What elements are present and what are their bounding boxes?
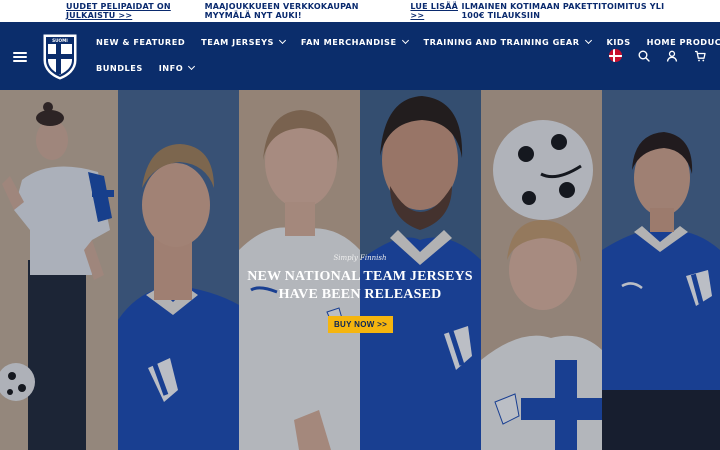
chevron-down-icon (188, 62, 196, 70)
hero-headline-line-2: HAVE BEEN RELEASED (278, 287, 442, 302)
danish-flag-icon[interactable] (609, 49, 622, 62)
search-icon[interactable] (638, 50, 650, 62)
nav-item-bundles[interactable]: Bundles (96, 63, 143, 73)
crest-icon: SUOMI (43, 34, 77, 80)
nav-item-label: Home products (646, 36, 720, 47)
nav-item-team-jerseys[interactable]: Team Jerseys (201, 36, 286, 47)
announcement-left-link[interactable]: UUDET PELIPAIDAT ON JULKAISTU >> (66, 2, 205, 20)
logo-text: SUOMI (52, 38, 68, 43)
nav-item-label: Info (158, 62, 184, 73)
nav-item-fan-merchandise[interactable]: Fan Merchandise (300, 36, 409, 47)
hamburger-icon[interactable] (13, 52, 27, 62)
nav-row-1: New & Featured Team Jerseys Fan Merchandis… (96, 33, 720, 50)
nav-item-info[interactable]: Info (158, 62, 196, 73)
nav-item-label: Fan Merchandise (300, 36, 397, 47)
announcement-middle-link[interactable]: LUE LISÄÄ >> (410, 2, 461, 20)
account-icon[interactable] (666, 50, 678, 62)
nav-item-kids[interactable]: Kids (607, 37, 631, 47)
main-nav: New & Featured Team Jerseys Fan Merchandis… (96, 33, 720, 85)
nav-item-home-products[interactable]: Home products (647, 37, 720, 47)
nav-item-label: Kids (606, 36, 631, 47)
header-icons (609, 49, 706, 62)
chevron-down-icon (278, 36, 286, 44)
logo[interactable]: SUOMI (42, 32, 78, 80)
cart-icon[interactable] (694, 50, 706, 62)
hero-eyebrow: Simply Finnish (333, 254, 387, 262)
site-header: SUOMI New & Featured Team Jerseys Fan Merc… (0, 22, 720, 90)
announcement-middle: MAAJOUKKUEEN VERKKOKAUPAN MYYMÄLÄ NYT AU… (205, 2, 462, 20)
nav-item-new-featured[interactable]: New & Featured (96, 37, 185, 47)
announcement-right-text: ILMAINEN KOTIMAAN PAKETTITOIMITUS YLI 10… (461, 2, 665, 20)
hero-banner[interactable]: Simply Finnish NEW NATIONAL TEAM JERSEYS… (0, 90, 720, 450)
announcement-bar: UUDET PELIPAIDAT ON JULKAISTU >> MAAJOUK… (0, 0, 720, 22)
nav-item-label: New & Featured (96, 36, 186, 47)
nav-item-label: Training and Training Gear (423, 36, 580, 47)
chevron-down-icon (584, 36, 592, 44)
buy-now-button[interactable]: BUY NOW >> (328, 316, 393, 333)
announcement-middle-text: MAAJOUKKUEEN VERKKOKAUPAN MYYMÄLÄ NYT AU… (204, 2, 359, 20)
nav-item-training-and-training-gear[interactable]: Training and Training Gear (423, 36, 592, 47)
hero-headline: NEW NATIONAL TEAM JERSEYS HAVE BEEN RELE… (0, 268, 720, 304)
nav-item-label: Bundles (96, 62, 143, 73)
chevron-down-icon (401, 36, 409, 44)
hero-headline-line-1: NEW NATIONAL TEAM JERSEYS (247, 269, 473, 284)
nav-item-label: Team Jerseys (201, 36, 274, 47)
nav-row-2: Bundles Info (96, 59, 596, 76)
